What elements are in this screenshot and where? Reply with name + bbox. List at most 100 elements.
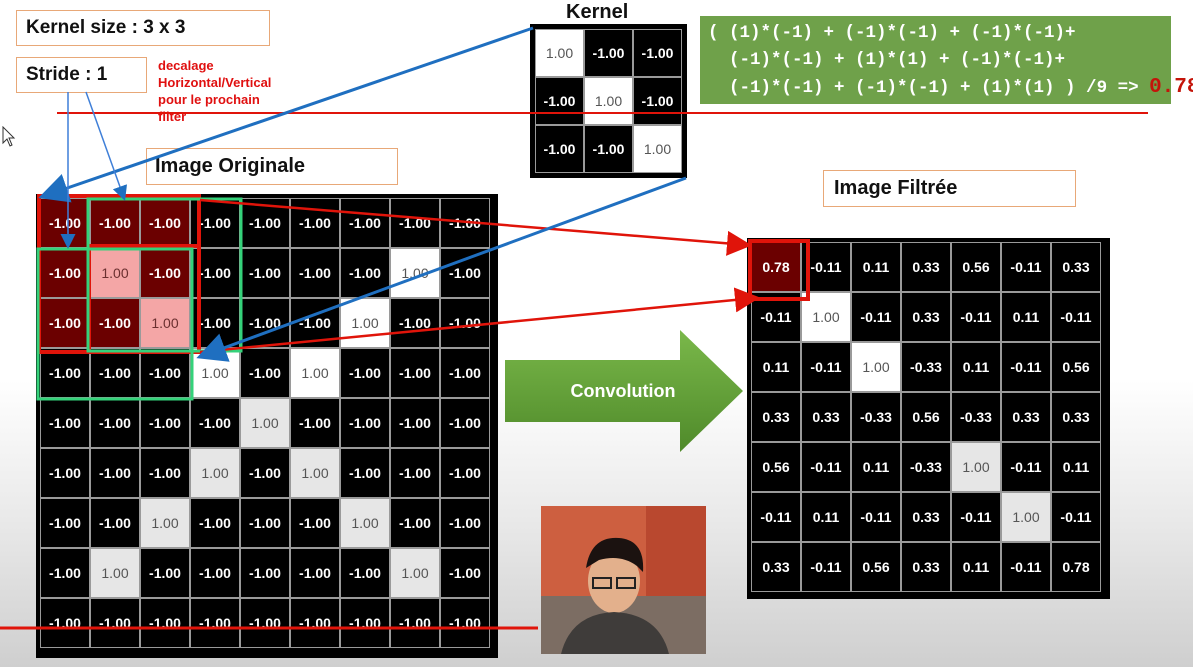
filt-cell: 1.00	[951, 442, 1001, 492]
presenter-webcam	[541, 506, 706, 654]
filtered-image-grid: 0.78 -0.11 0.11 0.33 0.56 -0.11 0.33 -0.11 1.00-…	[747, 238, 1110, 599]
formula-line-3-wrap: (-1)*(-1) + (-1)*(-1) + (1)*(1) ) /9 => …	[708, 74, 1193, 102]
filt-cell: -0.33	[951, 392, 1001, 442]
filt-cell: -0.11	[801, 542, 851, 592]
orig-cell: -1.00	[340, 198, 390, 248]
filt-cell: 1.00	[1001, 492, 1051, 542]
original-image-grid: -1.00 -1.00 -1.00 -1.00 -1.00 -1.00 -1.00 -1.00…	[36, 194, 498, 658]
orig-cell: -1.00	[140, 598, 190, 648]
orig-cell: -1.00	[90, 598, 140, 648]
filt-cell: -0.11	[1051, 292, 1101, 342]
filt-cell: -0.11	[801, 242, 851, 292]
filt-cell: 0.33	[901, 292, 951, 342]
kernel-cell: -1.00	[535, 125, 584, 173]
orig-cell: -1.00	[40, 548, 90, 598]
kernel-cell: -1.00	[535, 77, 584, 125]
orig-cell: -1.00	[340, 398, 390, 448]
blue-pointer-2	[85, 91, 128, 201]
orig-cell: 1.00	[290, 448, 340, 498]
orig-cell: -1.00	[390, 448, 440, 498]
orig-cell: -1.00	[40, 198, 90, 248]
orig-cell: -1.00	[390, 198, 440, 248]
mouse-cursor-icon	[2, 126, 16, 147]
filt-cell: 0.33	[901, 542, 951, 592]
kernel-cell: -1.00	[633, 77, 682, 125]
filt-cell: -0.11	[951, 492, 1001, 542]
filt-cell: -0.11	[1001, 542, 1051, 592]
orig-cell: 1.00	[240, 398, 290, 448]
orig-cell: -1.00	[340, 248, 390, 298]
convolution-arrow: Convolution	[505, 330, 743, 452]
orig-cell: -1.00	[340, 448, 390, 498]
orig-cell: -1.00	[240, 448, 290, 498]
formula-box: ( (1)*(-1) + (-1)*(-1) + (-1)*(-1)+ (-1)…	[700, 16, 1193, 104]
orig-cell: -1.00	[40, 398, 90, 448]
presenter-image	[541, 506, 706, 654]
filt-cell: 0.33	[751, 392, 801, 442]
orig-cell: -1.00	[440, 598, 490, 648]
formula-line-3: (-1)*(-1) + (-1)*(-1) + (1)*(1) ) /9 =>	[708, 78, 1150, 98]
stride-label: Stride : 1	[16, 57, 147, 93]
filt-cell: 0.56	[1051, 342, 1101, 392]
orig-cell: -1.00	[340, 598, 390, 648]
orig-cell: -1.00	[90, 198, 140, 248]
filt-cell: 0.33	[1051, 242, 1101, 292]
stride-text: Stride : 1	[26, 64, 108, 85]
orig-cell: -1.00	[40, 498, 90, 548]
orig-cell: 1.00	[290, 348, 340, 398]
filt-cell: 0.33	[1051, 392, 1101, 442]
orig-cell: -1.00	[290, 548, 340, 598]
filt-cell: 0.78	[751, 242, 801, 292]
orig-cell: -1.00	[40, 448, 90, 498]
formula-line-1: ( (1)*(-1) + (-1)*(-1) + (-1)*(-1)+	[708, 23, 1076, 43]
orig-cell: -1.00	[190, 198, 240, 248]
filt-cell: -0.11	[951, 292, 1001, 342]
filt-cell: 1.00	[801, 292, 851, 342]
filt-cell: 0.33	[1001, 392, 1051, 442]
orig-cell: -1.00	[90, 398, 140, 448]
kernel-cell: 1.00	[535, 29, 584, 77]
orig-cell: -1.00	[440, 448, 490, 498]
filt-cell: -0.11	[751, 492, 801, 542]
orig-cell: 1.00	[90, 248, 140, 298]
orig-cell: -1.00	[140, 448, 190, 498]
formula-result: 0.78	[1149, 76, 1193, 99]
orig-cell: -1.00	[290, 598, 340, 648]
filt-cell: 0.11	[951, 542, 1001, 592]
kernel-cell: 1.00	[584, 77, 633, 125]
kernel-size-label: Kernel size : 3 x 3	[16, 10, 270, 46]
filt-cell: 0.56	[751, 442, 801, 492]
orig-cell: -1.00	[40, 298, 90, 348]
orig-cell: -1.00	[240, 548, 290, 598]
filt-cell: 0.11	[851, 242, 901, 292]
orig-cell: -1.00	[140, 348, 190, 398]
orig-cell: -1.00	[390, 298, 440, 348]
orig-cell: -1.00	[40, 348, 90, 398]
orig-cell: -1.00	[290, 498, 340, 548]
orig-cell: -1.00	[190, 248, 240, 298]
orig-cell: -1.00	[440, 498, 490, 548]
orig-cell: -1.00	[90, 498, 140, 548]
orig-cell: -1.00	[440, 398, 490, 448]
orig-cell: 1.00	[390, 248, 440, 298]
filt-cell: -0.11	[851, 492, 901, 542]
orig-cell: -1.00	[140, 398, 190, 448]
orig-cell: -1.00	[240, 348, 290, 398]
orig-cell: -1.00	[240, 248, 290, 298]
orig-cell: 1.00	[390, 548, 440, 598]
filt-cell: 0.11	[1051, 442, 1101, 492]
image-originale-label: Image Originale	[146, 148, 398, 185]
orig-cell: -1.00	[290, 398, 340, 448]
filt-cell: 0.11	[801, 492, 851, 542]
orig-cell: -1.00	[140, 548, 190, 598]
orig-cell: -1.00	[440, 348, 490, 398]
filt-cell: 0.11	[951, 342, 1001, 392]
filt-cell: 0.33	[901, 492, 951, 542]
filt-cell: -0.11	[1001, 242, 1051, 292]
filt-cell: -0.11	[1001, 442, 1051, 492]
kernel-cell: -1.00	[633, 29, 682, 77]
orig-cell: -1.00	[290, 298, 340, 348]
orig-cell: 1.00	[190, 448, 240, 498]
orig-cell: -1.00	[90, 448, 140, 498]
kernel-size-text: Kernel size : 3 x 3	[26, 17, 186, 38]
